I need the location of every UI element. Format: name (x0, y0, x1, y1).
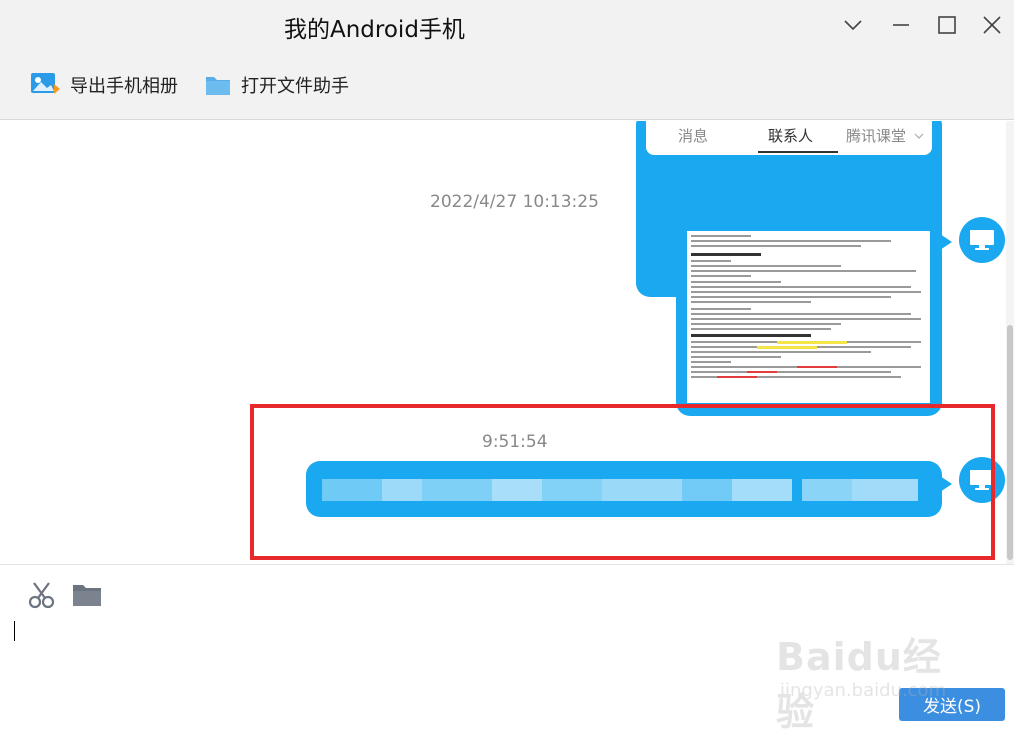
collapse-button[interactable] (841, 13, 865, 37)
toolbar: 导出手机相册 打开文件助手 (0, 50, 1014, 120)
embedded-tab-messages: 消息 (678, 127, 709, 145)
computer-icon (970, 230, 994, 250)
open-file-assistant-button[interactable]: 打开文件助手 (205, 72, 349, 98)
highlight-box (250, 404, 995, 560)
chat-area[interactable]: 消息 联系人 腾讯课堂 2022/4/27 10:13:25 9:51:54 (0, 121, 1014, 564)
watermark: Baidu经验 jingyan.baidu.com (776, 618, 976, 734)
embedded-tab-tencent-class: 腾讯课堂 (846, 125, 925, 146)
export-album-button[interactable]: 导出手机相册 (30, 72, 178, 98)
bubble-tail (940, 234, 952, 250)
image-message-bubble[interactable] (676, 220, 942, 416)
close-icon (983, 16, 1001, 34)
photo-export-icon (31, 73, 60, 94)
folder-icon (73, 585, 101, 606)
avatar (959, 217, 1005, 263)
app-window: 我的Android手机 导出手机相册 打开文件助手 消息 联系人 腾讯课堂 20… (0, 0, 1014, 736)
close-button[interactable] (980, 13, 1004, 37)
minimize-button[interactable] (889, 13, 913, 37)
document-preview-image (691, 235, 921, 378)
embedded-screenshot: 消息 联系人 腾讯课堂 (646, 121, 932, 155)
chevron-down-icon (914, 133, 924, 139)
minimize-icon (893, 24, 909, 26)
window-title: 我的Android手机 (284, 17, 465, 43)
embedded-tab-contacts: 联系人 (768, 127, 814, 145)
watermark-url: jingyan.baidu.com (780, 680, 947, 701)
screenshot-button[interactable] (27, 580, 57, 614)
export-album-label: 导出手机相册 (70, 76, 178, 97)
folder-icon (206, 77, 230, 95)
active-tab-underline (758, 151, 838, 153)
message-timestamp: 2022/4/27 10:13:25 (430, 192, 599, 212)
scrollbar-thumb[interactable] (1007, 325, 1013, 560)
maximize-button[interactable] (935, 13, 959, 37)
document-thumbnail (687, 231, 930, 403)
scissors-icon (28, 582, 55, 609)
open-file-assistant-label: 打开文件助手 (241, 76, 349, 97)
chevron-down-icon (844, 20, 862, 31)
title-bar: 我的Android手机 (0, 0, 1014, 50)
maximize-icon (938, 16, 956, 34)
send-file-button[interactable] (72, 582, 102, 612)
text-cursor (14, 621, 15, 641)
